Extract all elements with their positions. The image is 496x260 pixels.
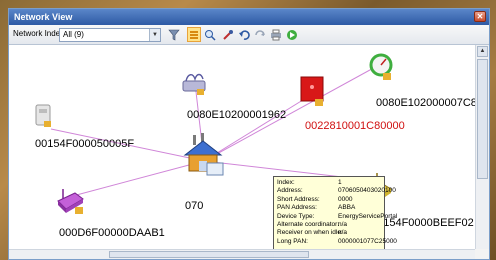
horizontal-scrollbar[interactable]: [9, 249, 475, 259]
sensor-node[interactable]: [33, 103, 53, 134]
gauge-node[interactable]: [369, 53, 395, 86]
network-index-select[interactable]: All (9) ▼: [59, 28, 161, 42]
meter-node[interactable]: [181, 71, 209, 102]
print-icon: [271, 29, 281, 40]
tooltip-value: n/a: [338, 229, 348, 237]
go-button[interactable]: [285, 27, 299, 42]
gauge-icon: [369, 53, 393, 80]
network-index-value: All (9): [63, 30, 84, 39]
node-tooltip: Index: 1 Address: 0706050403020100 Short A…: [273, 176, 397, 249]
tooltip-value: ABBA: [338, 204, 356, 212]
tooltip-key: PAN Address:: [277, 204, 317, 212]
scroll-thumb[interactable]: [477, 59, 488, 179]
router-icon: [57, 189, 84, 214]
network-canvas[interactable]: 00154F000050005F 0080E10200001962 002281…: [9, 45, 475, 249]
toolbar: Network Index: All (9) ▼: [9, 25, 489, 45]
tooltip-value: 1: [338, 179, 342, 186]
tooltip-key: Long PAN:: [277, 237, 308, 245]
meter-icon: [182, 73, 206, 95]
undo-icon: [239, 29, 250, 40]
house-node[interactable]: [183, 133, 227, 182]
red-device-node[interactable]: [299, 75, 327, 112]
tooltip-row: Address: 0706050403020100: [277, 187, 396, 195]
node-label-router-purple: 000D6F00000DAAB1: [59, 227, 165, 239]
tooltip-row: Index: 1: [277, 179, 381, 187]
tooltip-key: Short Address:: [277, 195, 320, 203]
print-button[interactable]: [269, 27, 283, 42]
tooltip-key: Device Type:: [277, 212, 315, 220]
tools-icon: [223, 29, 233, 40]
tooltip-value: 0706050403020100: [338, 187, 396, 195]
tooltip-key: Address:: [277, 187, 303, 195]
scroll-up-icon[interactable]: ▲: [477, 46, 488, 57]
tooltip-row: PAN Address: ABBA: [277, 204, 381, 212]
refresh-icon: [255, 29, 265, 36]
tools-button[interactable]: [221, 27, 235, 42]
tooltip-row: Short Address: 0000: [277, 196, 381, 204]
scroll-thumb[interactable]: [109, 251, 309, 258]
tooltip-row: Receiver on when idle: n/a: [277, 229, 381, 237]
tooltip-value: n/a: [338, 220, 348, 228]
tooltip-value: 0000001077C25000: [338, 237, 397, 245]
zoom-button[interactable]: [203, 27, 217, 42]
window-titlebar: Network View ✕: [9, 9, 489, 25]
tooltip-row: Long PAN: 0000001077C25000: [277, 237, 397, 246]
red-device-icon: [300, 76, 324, 106]
filter-icon: [168, 29, 180, 40]
network-view-window: Network View ✕ Network Index: All (9) ▼: [8, 8, 490, 260]
router-node-purple[interactable]: [55, 187, 85, 222]
node-label-red-device: 0022810001C80000: [305, 120, 405, 132]
node-label-coordinator: 070: [185, 200, 204, 212]
node-label-meter: 0080E10200001962: [187, 109, 287, 121]
layout-icon: [190, 30, 198, 39]
tooltip-row: Device Type: EnergyServicePortal: [277, 212, 397, 221]
node-label-sensor: 00154F000050005F: [35, 138, 135, 150]
tooltip-key: Alternate coordinator:: [277, 220, 340, 228]
vertical-scrollbar[interactable]: ▲: [475, 45, 489, 249]
go-icon: [287, 29, 297, 40]
house-icon: [183, 133, 224, 176]
sensor-icon: [35, 104, 51, 127]
undo-button[interactable]: [237, 27, 251, 42]
tooltip-value: EnergyServicePortal: [338, 212, 398, 220]
tooltip-key: Index:: [277, 179, 295, 186]
layout-button[interactable]: [187, 27, 201, 42]
refresh-button[interactable]: [253, 27, 267, 42]
zoom-icon: [205, 29, 216, 41]
window-title: Network View: [14, 12, 73, 22]
tooltip-key: Receiver on when idle:: [277, 229, 343, 237]
tooltip-row: Alternate coordinator: n/a: [277, 221, 381, 229]
close-button[interactable]: ✕: [474, 11, 486, 22]
filter-button[interactable]: [167, 27, 181, 42]
node-label-gauge: 0080E102000007C8: [376, 97, 475, 109]
tooltip-value: 0000: [338, 195, 353, 203]
chevron-down-icon[interactable]: ▼: [149, 29, 160, 41]
